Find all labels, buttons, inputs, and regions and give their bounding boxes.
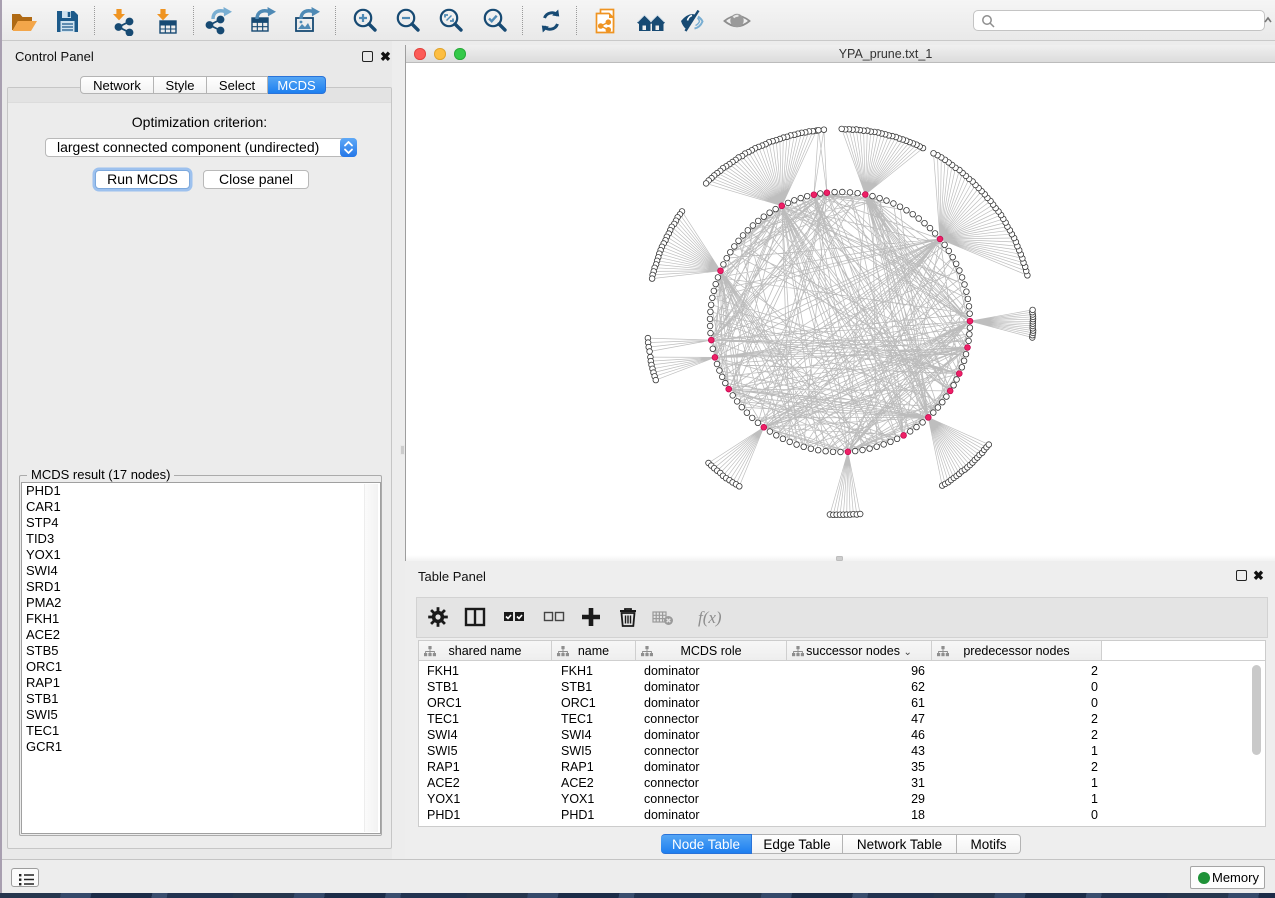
svg-text:f(x): f(x) (698, 608, 722, 627)
